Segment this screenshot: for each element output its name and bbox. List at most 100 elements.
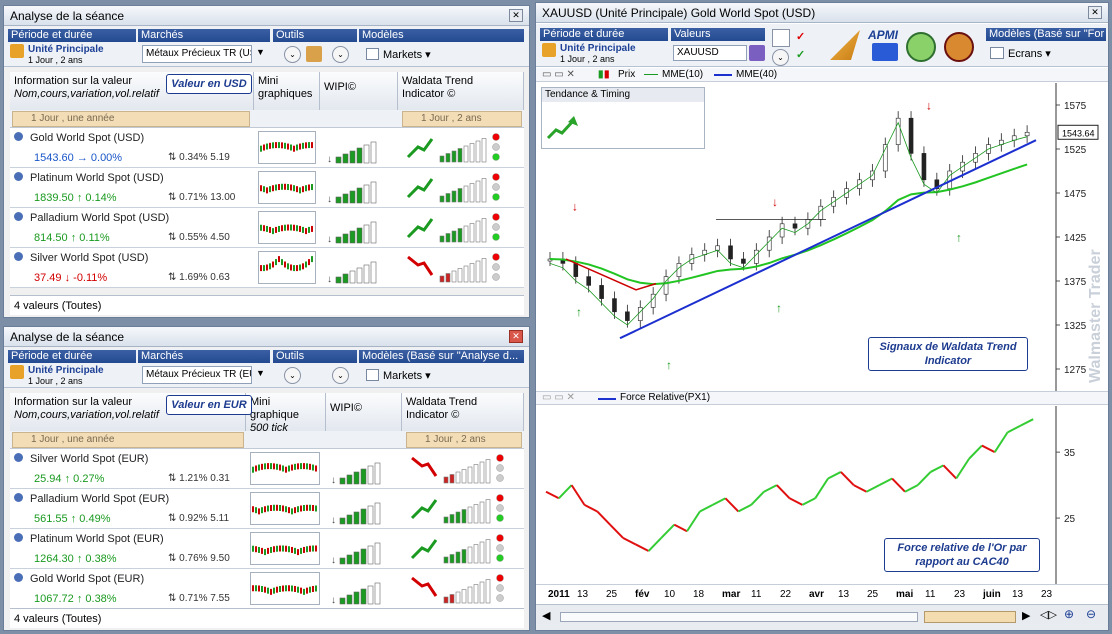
mini-chart[interactable] xyxy=(258,251,316,284)
table-row[interactable]: Palladium World Spot (EUR) 561.55 ↑ 0.49%… xyxy=(10,489,524,529)
close-icon[interactable]: ✕ xyxy=(509,330,523,343)
market-select[interactable]: Métaux Précieux TR (EU xyxy=(142,366,252,384)
force-segment xyxy=(545,490,560,500)
col-mini-header[interactable]: Mini graphiques xyxy=(254,72,320,110)
svg-text:↓: ↓ xyxy=(327,154,332,165)
mini-chart[interactable] xyxy=(258,211,316,244)
market-select[interactable]: Métaux Précieux TR (US xyxy=(142,45,252,63)
x-tick: 18 xyxy=(693,589,705,600)
legend-window-icons-2[interactable]: ▭ ▭ ✕ xyxy=(542,392,575,404)
table-row[interactable]: Silver World Spot (EUR) 25.94 ↑ 0.27% ⇅ 1.… xyxy=(10,449,524,489)
unite-label[interactable]: Unité Principale xyxy=(560,43,636,54)
filter-period-1[interactable]: 1 Jour , une année xyxy=(12,111,250,127)
down-circle-button-2[interactable]: ⌄ xyxy=(332,367,349,384)
down-circle-button-2[interactable]: ⌄ xyxy=(332,46,349,63)
filter-period-1[interactable]: 1 Jour , une année xyxy=(12,432,244,448)
chevron-down-icon[interactable]: ▼ xyxy=(256,368,265,378)
apmi-flag-icon[interactable] xyxy=(872,43,898,61)
chevron-down-icon[interactable]: ▼ xyxy=(256,47,265,57)
close-icon[interactable]: ✕ xyxy=(1088,6,1102,19)
row-price: 1543.60 → 0.00% xyxy=(34,152,123,164)
waldata-circle-v-icon[interactable] xyxy=(944,32,974,62)
col-mini-header[interactable]: Mini graphique 500 tick xyxy=(246,393,326,434)
trend-arrow-icon: → xyxy=(76,152,88,164)
calendar-icon xyxy=(542,43,556,57)
table-row[interactable]: Platinum World Spot (USD) 1839.50 ↑ 0.14%… xyxy=(10,168,524,208)
bottom-toolbar: Période et durée Marchés Outils Modèles … xyxy=(4,348,529,388)
candle xyxy=(573,263,579,277)
chart-type-icon[interactable] xyxy=(772,29,790,47)
mini-chart[interactable] xyxy=(250,532,320,565)
info-icon[interactable] xyxy=(14,172,23,181)
legend-window-icons[interactable]: ▭ ▭ ✕ xyxy=(542,68,575,81)
row-name[interactable]: Silver World Spot (USD) xyxy=(30,252,148,264)
price-tick: 1475 xyxy=(1064,189,1087,200)
mini-chart[interactable] xyxy=(258,171,316,204)
row-name[interactable]: Palladium World Spot (USD) xyxy=(30,212,169,224)
close-icon[interactable]: ✕ xyxy=(509,9,523,22)
waldata-circle-a-icon[interactable] xyxy=(906,32,936,62)
top-footer: 4 valeurs (Toutes) xyxy=(10,295,524,315)
x-tick: 13 xyxy=(838,589,850,600)
hammer-icon[interactable] xyxy=(830,30,860,60)
markets-button[interactable]: Markets ▾ xyxy=(383,369,431,382)
table-row[interactable]: Gold World Spot (EUR) 1067.72 ↑ 0.38% ⇅ 0.… xyxy=(10,569,524,609)
table-row[interactable]: Silver World Spot (USD) 37.49 ↓ -0.11% ⇅ 1… xyxy=(10,248,524,288)
force-segment xyxy=(622,536,637,546)
scroll-right-icon[interactable]: ▶ xyxy=(1022,609,1030,622)
waldata-indicator xyxy=(406,133,500,163)
zoom-arrows-icon[interactable]: ◁▷ xyxy=(1040,608,1057,621)
col-waldata-header[interactable]: Waldata Trend Indicator © xyxy=(398,72,524,110)
force-segment xyxy=(596,510,611,526)
row-name[interactable]: Silver World Spot (EUR) xyxy=(30,453,148,465)
zoom-in-icon[interactable]: ⊕ xyxy=(1064,607,1074,621)
info-icon[interactable] xyxy=(14,453,23,462)
mini-chart[interactable] xyxy=(250,572,320,605)
symbol-input[interactable]: XAUUSD xyxy=(673,45,747,61)
info-icon[interactable] xyxy=(14,533,23,542)
row-stat: ⇅ 1.69% 0.63 xyxy=(168,272,230,283)
unite-label[interactable]: Unité Principale xyxy=(28,365,104,376)
scroll-thumb[interactable] xyxy=(924,611,1016,623)
mini-chart[interactable] xyxy=(250,492,320,525)
info-icon[interactable] xyxy=(14,132,23,141)
mini-chart[interactable] xyxy=(250,452,320,485)
info-icon[interactable] xyxy=(14,573,23,582)
row-name[interactable]: Platinum World Spot (USD) xyxy=(30,172,164,184)
scroll-track[interactable] xyxy=(560,612,918,622)
table-row[interactable]: Gold World Spot (USD) 1543.60 → 0.00% ⇅ 0.… xyxy=(10,128,524,168)
down-circle-button[interactable]: ⌄ xyxy=(284,367,301,384)
down-circle-button[interactable]: ⌄ xyxy=(772,49,789,66)
lock-icon[interactable] xyxy=(306,46,322,62)
apmi-label[interactable]: APMI xyxy=(868,28,898,42)
filter-period-2[interactable]: 1 Jour , 2 ans xyxy=(402,111,522,127)
row-name[interactable]: Gold World Spot (USD) xyxy=(30,132,144,144)
col-wipi-header[interactable]: WIPI© xyxy=(326,393,402,431)
legend-mme40: MME(40) xyxy=(736,69,778,80)
col-waldata-header[interactable]: Waldata Trend Indicator © xyxy=(402,393,524,431)
force-segment xyxy=(955,458,970,480)
info-icon[interactable] xyxy=(14,252,23,261)
check-list-icon[interactable]: ✓ xyxy=(796,48,814,64)
force-segment xyxy=(558,484,573,499)
filter-period-2[interactable]: 1 Jour , 2 ans xyxy=(406,432,522,448)
unite-label[interactable]: Unité Principale xyxy=(28,44,104,55)
scroll-bar[interactable]: ◀ ▶ ◁▷ ⊕ ⊖ xyxy=(536,604,1108,630)
down-circle-button[interactable]: ⌄ xyxy=(284,46,301,63)
row-name[interactable]: Platinum World Spot (EUR) xyxy=(30,533,164,545)
table-row[interactable]: Palladium World Spot (USD) 814.50 ↑ 0.11%… xyxy=(10,208,524,248)
info-icon[interactable] xyxy=(14,493,23,502)
scroll-left-icon[interactable]: ◀ xyxy=(542,609,550,622)
mini-chart[interactable] xyxy=(258,131,316,164)
markets-button[interactable]: Markets ▾ xyxy=(383,48,431,61)
force-segment xyxy=(1019,418,1034,427)
check-icon[interactable]: ✓ xyxy=(796,30,814,46)
book-icon[interactable] xyxy=(749,45,765,61)
table-row[interactable]: Platinum World Spot (EUR) 1264.30 ↑ 0.38%… xyxy=(10,529,524,569)
col-wipi-header[interactable]: WIPI© xyxy=(320,72,398,110)
row-name[interactable]: Palladium World Spot (EUR) xyxy=(30,493,169,505)
ecrans-button[interactable]: Ecrans ▾ xyxy=(1008,47,1051,60)
row-name[interactable]: Gold World Spot (EUR) xyxy=(30,573,144,585)
zoom-out-icon[interactable]: ⊖ xyxy=(1086,607,1096,621)
info-icon[interactable] xyxy=(14,212,23,221)
